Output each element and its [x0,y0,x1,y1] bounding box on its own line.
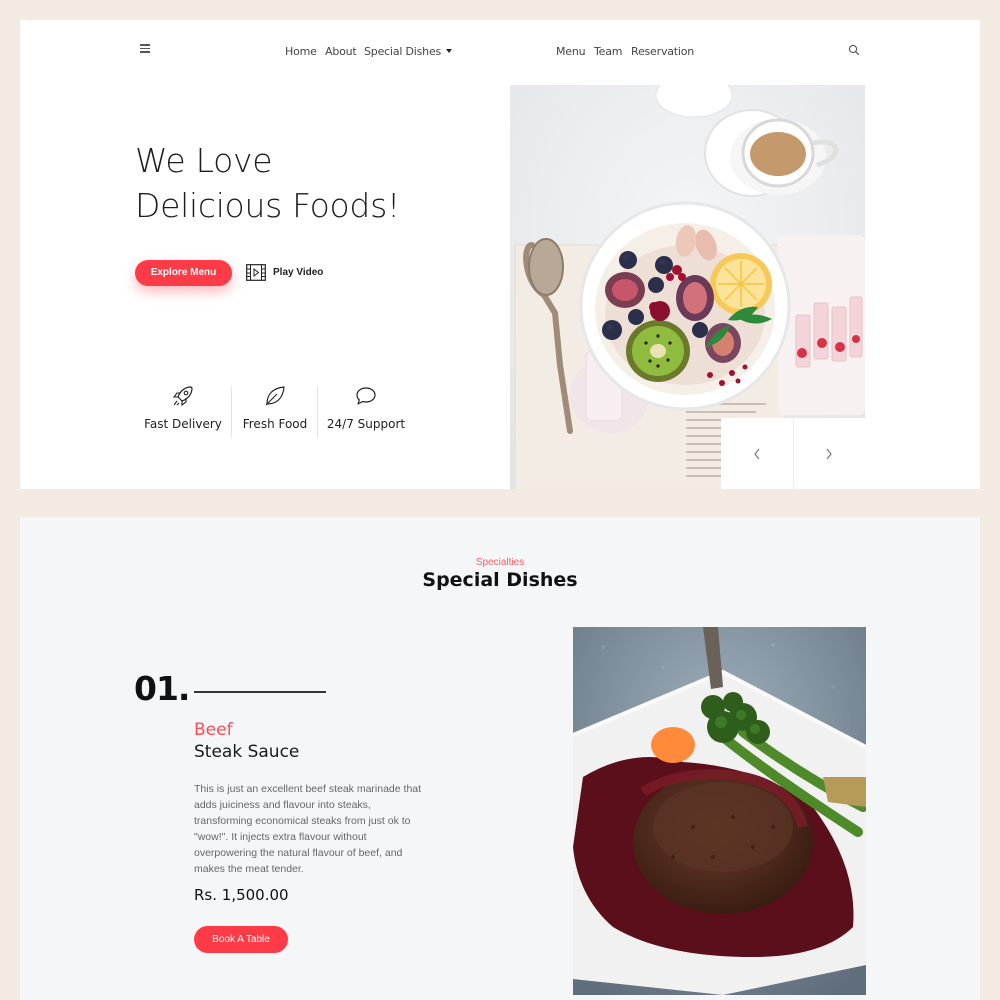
nav-special-dishes-label: Special Dishes [364,45,442,58]
dish-description: This is just an excellent beef steak mar… [194,781,434,877]
dish-description-line: makes the meat tender. [194,863,304,875]
nav-about[interactable]: About [325,45,357,58]
dish-description-line: transforming economical steaks from just… [194,815,411,827]
search-icon[interactable] [848,44,860,56]
dish-number-divider [194,691,326,693]
section-title: Special Dishes [422,569,578,591]
chevron-left-icon [753,448,760,459]
explore-menu-button[interactable]: Explore Menu [135,260,232,286]
menu-icon[interactable] [140,44,150,53]
slider-prev-button[interactable] [721,418,794,489]
dish-description-line: overpowering the natural flavour of beef… [194,847,403,859]
chevron-right-icon [826,448,833,459]
book-table-button[interactable]: Book A Table [194,926,288,953]
slider-next-button[interactable] [794,418,866,489]
nav-reservation[interactable]: Reservation [631,45,694,58]
leaf-icon [265,386,285,406]
feature-support: 24/7 Support [325,384,407,431]
dish-description-line: "wow!". It injects extra flavour without [194,831,367,843]
feature-fresh-food: Fresh Food [240,384,310,431]
steak-illustration [573,627,866,995]
feature-label: Fresh Food [242,417,308,431]
rocket-icon [172,386,193,407]
steak-dish-image [573,627,866,995]
nav-menu[interactable]: Menu [556,45,586,58]
hero-section: Home About Special Dishes Menu Team Rese… [20,20,980,489]
dish-category: Beef [194,720,233,740]
dish-description-line: adds juiciness and flavour into steaks, [194,799,371,811]
dish-description-line: This is just an excellent beef steak mar… [194,783,422,795]
section-subtitle: Specialties [475,557,525,568]
hero-title: We Love Delicious Foods! [135,138,400,228]
nav-special-dishes[interactable]: Special Dishes [364,45,453,58]
feature-fast-delivery: Fast Delivery [144,384,222,431]
feature-divider [231,386,232,438]
dish-number: 01. [134,669,190,708]
feature-label: 24/7 Support [326,417,406,431]
dish-price: Rs. 1,500.00 [194,886,289,904]
feature-label: Fast Delivery [144,417,222,431]
play-video-label: Play Video [273,267,324,278]
hero-title-line1: We Love [135,141,273,180]
hero-title-line2: Delicious Foods! [135,186,400,225]
feature-divider [317,386,318,438]
nav-team[interactable]: Team [594,45,622,58]
video-icon [246,264,266,281]
slider-controls [721,418,865,489]
special-dishes-section: Specialties Special Dishes 01. Beef Stea… [20,517,980,1000]
nav-home[interactable]: Home [285,45,317,58]
dish-name: Steak Sauce [194,742,300,762]
chat-icon [356,387,376,405]
caret-down-icon [446,49,453,53]
